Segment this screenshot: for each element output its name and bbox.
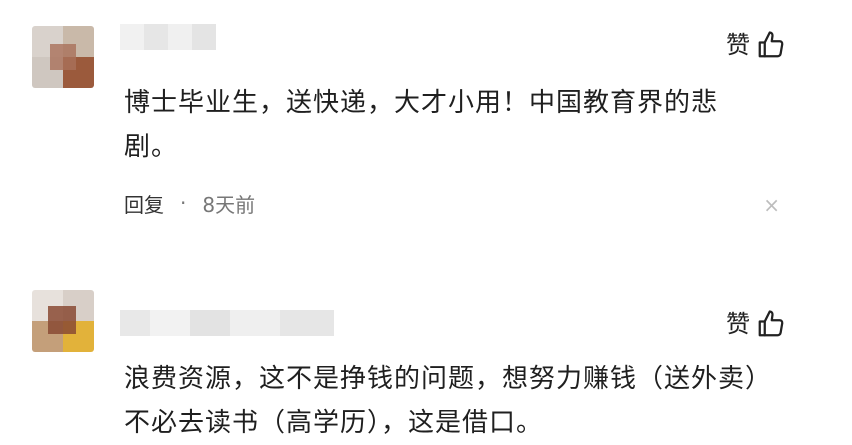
comment-text: 浪费资源，这不是挣钱的问题，想努力赚钱（送外卖）不必去读书（高学历），这是借口。 — [124, 364, 760, 438]
avatar[interactable] — [32, 26, 94, 88]
close-icon[interactable]: × — [763, 195, 780, 215]
reply-button[interactable]: 回复 — [124, 189, 164, 218]
comment-text: 博士毕业生，送快递，大才小用！中国教育界的悲剧。 — [124, 88, 719, 162]
like-label: 赞 — [726, 31, 750, 59]
like-label: 赞 — [726, 310, 750, 338]
thumbs-up-icon — [758, 310, 784, 337]
thumbs-up-icon — [758, 31, 784, 58]
avatar[interactable] — [32, 290, 94, 352]
like-button[interactable]: 赞 — [726, 306, 786, 342]
like-button[interactable]: 赞 — [726, 27, 786, 63]
comment-item: 赞 博士毕业生，送快递，大才小用！中国教育界的悲剧。 回复 · 8天前 × — [0, 0, 852, 270]
separator-dot: · — [180, 191, 187, 215]
comment-meta: 回复 · 8天前 — [124, 186, 255, 220]
username-blurred[interactable] — [120, 24, 216, 50]
comment-item: 赞 浪费资源，这不是挣钱的问题，想努力赚钱（送外卖）不必去读书（高学历），这是借… — [0, 270, 852, 442]
timestamp: 8天前 — [202, 192, 256, 217]
username-blurred[interactable] — [120, 310, 334, 336]
